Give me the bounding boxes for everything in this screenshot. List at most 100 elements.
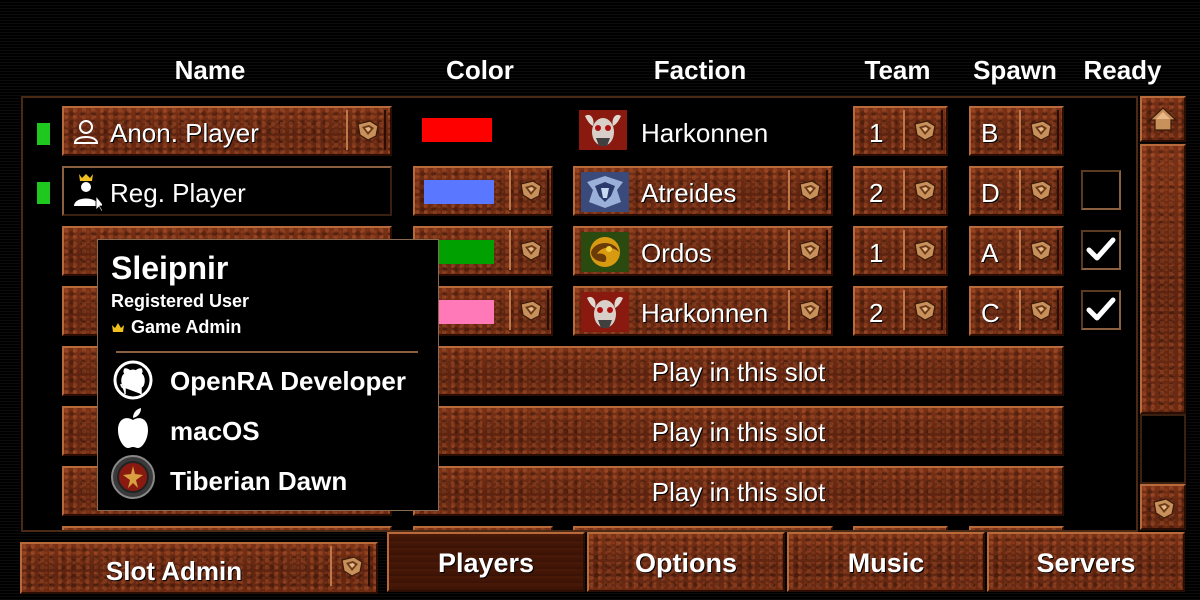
github-icon	[112, 359, 154, 406]
tab-label: Servers	[1036, 548, 1136, 578]
player-name: Reg. Player	[110, 178, 246, 208]
chevron-down-icon[interactable]	[1019, 110, 1059, 150]
chevron-down-icon[interactable]	[346, 110, 386, 150]
tooltip-divider	[116, 351, 418, 353]
tooltip-role: Registered User	[111, 291, 250, 311]
chevron-down-icon[interactable]	[1019, 230, 1059, 270]
tooltip-player-name: Sleipnir	[111, 250, 229, 286]
anonymous-user-icon	[72, 118, 100, 151]
status-indicator	[37, 123, 50, 145]
tiberian-dawn-icon	[110, 454, 156, 505]
team-dropdown[interactable]: 2	[853, 286, 948, 336]
team-dropdown[interactable]: 1	[853, 106, 948, 156]
faction-name: Atreides	[641, 178, 737, 208]
spawn-value: A	[981, 238, 999, 268]
team-value: 1	[869, 238, 884, 268]
scroll-down-button[interactable]	[1140, 484, 1186, 530]
player-row: Anon. Player Harkonnen 1 B	[23, 98, 1136, 158]
harkonnen-icon	[579, 110, 627, 150]
chevron-down-icon[interactable]	[788, 230, 828, 270]
player-name-button[interactable]: Reg. Player	[62, 166, 392, 216]
ready-checkbox[interactable]	[1081, 290, 1121, 330]
team-value: 1	[869, 118, 884, 148]
color-swatch	[424, 180, 494, 204]
chevron-down-icon[interactable]	[509, 170, 549, 210]
chevron-down-icon[interactable]	[1019, 290, 1059, 330]
checkmark-icon	[1086, 237, 1116, 261]
spawn-dropdown[interactable]: A	[969, 226, 1064, 276]
play-in-slot-label: Play in this slot	[651, 477, 826, 507]
chevron-down-icon[interactable]	[903, 230, 943, 270]
chevron-down-icon[interactable]	[788, 290, 828, 330]
chevron-down-icon[interactable]	[509, 290, 549, 330]
scrollbar-thumb[interactable]	[1140, 144, 1186, 414]
atreides-icon	[581, 172, 629, 212]
tab-options[interactable]: Options	[587, 532, 785, 592]
faction-dropdown[interactable]: Harkonnen	[573, 286, 833, 336]
header-team: Team	[864, 55, 931, 85]
registered-admin-icon	[70, 172, 105, 217]
header-color: Color	[446, 55, 514, 85]
spawn-value: C	[981, 298, 1000, 328]
team-value: 2	[869, 298, 884, 328]
apple-icon	[112, 406, 154, 455]
tab-label: Players	[437, 548, 535, 578]
play-in-slot-button[interactable]: Play in this slot	[413, 346, 1064, 396]
spawn-value: B	[981, 118, 999, 148]
color-dropdown[interactable]	[413, 166, 553, 216]
tab-servers[interactable]: Servers	[987, 532, 1185, 592]
faction-name: Ordos	[641, 238, 712, 268]
tooltip-admin-label: Game Admin	[131, 317, 242, 337]
player-row	[23, 518, 1136, 530]
header-faction: Faction	[653, 55, 747, 85]
spawn-value: D	[981, 178, 1000, 208]
header-name: Name	[174, 55, 246, 85]
play-in-slot-label: Play in this slot	[651, 417, 826, 447]
color-swatch	[422, 118, 492, 142]
play-in-slot-button[interactable]: Play in this slot	[413, 466, 1064, 516]
chevron-down-icon[interactable]	[903, 290, 943, 330]
chevron-down-icon[interactable]	[509, 230, 549, 270]
play-in-slot-label: Play in this slot	[651, 357, 826, 387]
chevron-down-icon[interactable]	[1019, 170, 1059, 210]
spawn-dropdown[interactable]: C	[969, 286, 1064, 336]
tab-music[interactable]: Music	[787, 532, 985, 592]
arrow-down-icon	[1152, 496, 1176, 520]
color-display	[413, 106, 553, 152]
player-name-dropdown[interactable]: Anon. Player	[62, 106, 392, 156]
tab-label: Options	[635, 548, 737, 578]
checkmark-icon	[1086, 297, 1116, 321]
team-dropdown[interactable]: 2	[853, 166, 948, 216]
team-dropdown[interactable]: 1	[853, 226, 948, 276]
badge-label: Tiberian Dawn	[170, 466, 348, 496]
faction-display: Harkonnen	[573, 106, 833, 156]
scrollbar-track[interactable]	[1140, 414, 1186, 484]
slot-admin-dropdown[interactable]: Slot Admin	[20, 542, 378, 594]
arrow-up-icon	[1148, 107, 1178, 131]
status-indicator	[37, 182, 50, 204]
spawn-dropdown[interactable]: D	[969, 166, 1064, 216]
badge-label: OpenRA Developer	[170, 366, 406, 396]
tab-label: Music	[847, 548, 925, 578]
chevron-down-icon[interactable]	[788, 170, 828, 210]
slot-name-dropdown[interactable]	[62, 526, 392, 530]
faction-name: Harkonnen	[641, 118, 769, 148]
ready-checkbox[interactable]	[1081, 170, 1121, 210]
header-ready: Ready	[1083, 55, 1162, 85]
play-in-slot-button[interactable]: Play in this slot	[413, 406, 1064, 456]
ready-checkbox[interactable]	[1081, 230, 1121, 270]
chevron-down-icon[interactable]	[903, 110, 943, 150]
chevron-down-icon[interactable]	[330, 546, 370, 586]
player-row: Reg. Player Atreides 2 D	[23, 158, 1136, 218]
header-spawn: Spawn	[973, 55, 1057, 85]
chevron-down-icon[interactable]	[903, 170, 943, 210]
team-value: 2	[869, 178, 884, 208]
faction-name: Harkonnen	[641, 298, 769, 328]
scroll-up-button[interactable]	[1140, 96, 1186, 142]
faction-dropdown[interactable]: Atreides	[573, 166, 833, 216]
badge-label: macOS	[170, 416, 260, 446]
faction-dropdown[interactable]: Ordos	[573, 226, 833, 276]
spawn-dropdown[interactable]: B	[969, 106, 1064, 156]
ordos-icon	[581, 232, 629, 272]
tab-players[interactable]: Players	[387, 532, 585, 592]
